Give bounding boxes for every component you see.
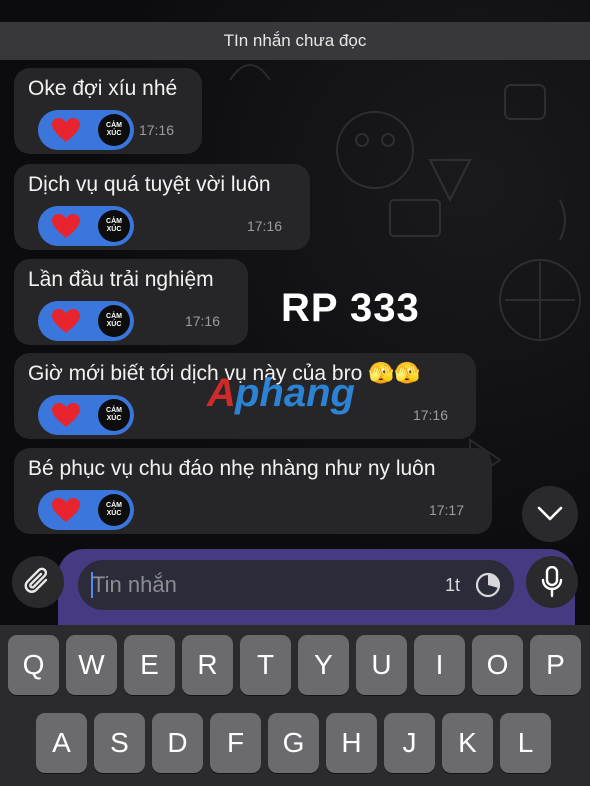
heart-icon <box>52 498 80 522</box>
message-time: 17:16 <box>138 122 174 138</box>
message-text: Lần đầu trải nghiệm <box>28 268 214 291</box>
reaction-pill[interactable]: CẢM XÚC <box>38 206 134 246</box>
key-i[interactable]: I <box>414 635 465 695</box>
key-r[interactable]: R <box>182 635 233 695</box>
message-input-placeholder: Tin nhắn <box>92 572 177 597</box>
svg-text:phang: phang <box>234 371 355 415</box>
message-text: Dịch vụ quá tuyệt vời luôn <box>28 173 271 196</box>
overlay-caption: RP 333 <box>281 286 420 330</box>
key-j[interactable]: J <box>384 713 435 773</box>
chevron-down-icon <box>537 506 563 521</box>
heart-icon <box>52 118 80 142</box>
message-time: 17:16 <box>246 218 282 234</box>
heart-icon <box>52 309 80 333</box>
reaction-avatar-badge: CẢM XÚC <box>98 399 130 431</box>
message-bubble[interactable]: Oke đợi xíu nhé CẢM XÚC 17:16 <box>14 68 202 154</box>
attach-button[interactable] <box>12 556 64 608</box>
reaction-pill[interactable]: CẢM XÚC <box>38 490 134 530</box>
voice-record-button[interactable] <box>526 556 578 608</box>
paperclip-icon <box>24 567 48 593</box>
reaction-pill[interactable]: CẢM XÚC <box>38 110 134 150</box>
message-input[interactable]: Tin nhắn 1t <box>78 560 514 610</box>
heart-icon <box>52 403 80 427</box>
key-h[interactable]: H <box>326 713 377 773</box>
message-bubble[interactable]: Lần đầu trải nghiệm CẢM XÚC 17:16 <box>14 259 248 345</box>
key-k[interactable]: K <box>442 713 493 773</box>
message-time: 17:16 <box>184 313 220 329</box>
unread-messages-banner: TIn nhắn chưa đọc <box>0 22 590 60</box>
onscreen-keyboard: Q W E R T Y U I O P A S D F G H J K L <box>0 625 590 786</box>
reaction-avatar-badge: CẢM XÚC <box>98 305 130 337</box>
key-e[interactable]: E <box>124 635 175 695</box>
heart-icon <box>52 214 80 238</box>
watermark-logo: A phang <box>206 371 355 415</box>
reaction-avatar-badge: CẢM XÚC <box>98 114 130 146</box>
key-q[interactable]: Q <box>8 635 59 695</box>
message-text: Bé phục vụ chu đáo nhẹ nhàng như ny luôn <box>28 457 436 480</box>
reaction-avatar-badge: CẢM XÚC <box>98 494 130 526</box>
key-s[interactable]: S <box>94 713 145 773</box>
key-w[interactable]: W <box>66 635 117 695</box>
key-f[interactable]: F <box>210 713 261 773</box>
reaction-avatar-badge: CẢM XÚC <box>98 210 130 242</box>
message-time: 17:16 <box>412 407 448 423</box>
message-text: Oke đợi xíu nhé <box>28 77 178 100</box>
key-g[interactable]: G <box>268 713 319 773</box>
timer-icon[interactable] <box>474 571 502 599</box>
self-destruct-timer-label[interactable]: 1t <box>445 560 460 610</box>
key-t[interactable]: T <box>240 635 291 695</box>
svg-text:A: A <box>206 371 236 415</box>
key-y[interactable]: Y <box>298 635 349 695</box>
message-bubble[interactable]: Bé phục vụ chu đáo nhẹ nhàng như ny luôn… <box>14 448 492 534</box>
message-bubble[interactable]: Dịch vụ quá tuyệt vời luôn CẢM XÚC 17:16 <box>14 164 310 250</box>
microphone-icon <box>541 566 563 598</box>
key-o[interactable]: O <box>472 635 523 695</box>
scroll-to-bottom-button[interactable] <box>522 486 578 542</box>
key-a[interactable]: A <box>36 713 87 773</box>
key-d[interactable]: D <box>152 713 203 773</box>
key-p[interactable]: P <box>530 635 581 695</box>
reaction-pill[interactable]: CẢM XÚC <box>38 395 134 435</box>
key-l[interactable]: L <box>500 713 551 773</box>
message-time: 17:17 <box>428 502 464 518</box>
reaction-pill[interactable]: CẢM XÚC <box>38 301 134 341</box>
key-u[interactable]: U <box>356 635 407 695</box>
